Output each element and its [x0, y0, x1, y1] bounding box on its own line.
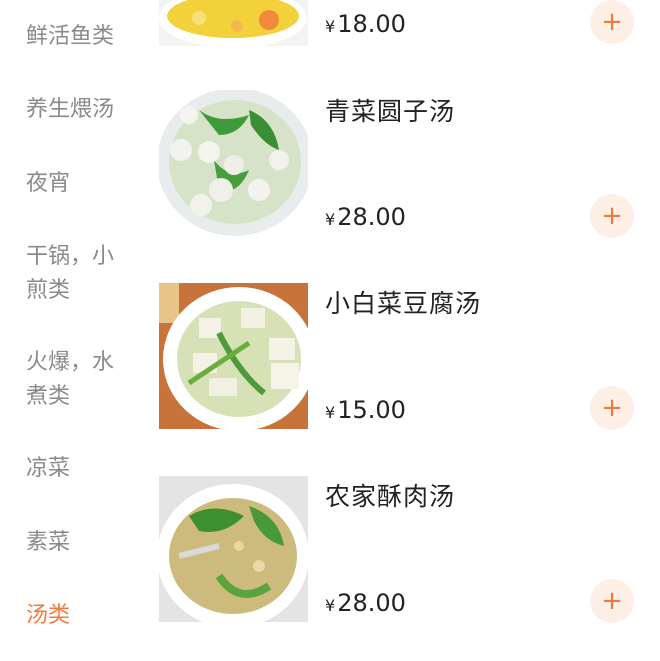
- add-to-cart-button[interactable]: +: [590, 386, 634, 430]
- plus-icon: +: [601, 586, 623, 616]
- dish-price: ¥15.00: [325, 396, 406, 424]
- dish-name: 农家酥肉汤: [325, 482, 456, 511]
- price-value: 28.00: [337, 203, 406, 231]
- currency-symbol: ¥: [325, 403, 336, 422]
- dish-image[interactable]: [159, 90, 308, 236]
- dish-price: ¥28.00: [325, 589, 406, 617]
- dish-image[interactable]: [159, 0, 308, 46]
- price-value: 15.00: [337, 396, 406, 424]
- dish-image[interactable]: [159, 476, 308, 622]
- add-to-cart-button[interactable]: +: [590, 0, 634, 44]
- add-to-cart-button[interactable]: +: [590, 579, 634, 623]
- currency-symbol: ¥: [325, 596, 336, 615]
- plus-icon: +: [601, 393, 623, 423]
- dish-price: ¥18.00: [325, 10, 406, 38]
- price-value: 28.00: [337, 589, 406, 617]
- plus-icon: +: [601, 7, 623, 37]
- dish-name: 小白菜豆腐汤: [325, 289, 482, 318]
- dish-price: ¥28.00: [325, 203, 406, 231]
- plus-icon: +: [601, 201, 623, 231]
- currency-symbol: ¥: [325, 210, 336, 229]
- dish-list: ¥18.00 + 青菜圆子汤 ¥28.00 + 小白菜豆腐汤 ¥15.00 + …: [0, 0, 660, 661]
- dish-name: 青菜圆子汤: [325, 97, 456, 126]
- dish-image[interactable]: [159, 283, 308, 429]
- currency-symbol: ¥: [325, 17, 336, 36]
- price-value: 18.00: [337, 10, 406, 38]
- add-to-cart-button[interactable]: +: [590, 194, 634, 238]
